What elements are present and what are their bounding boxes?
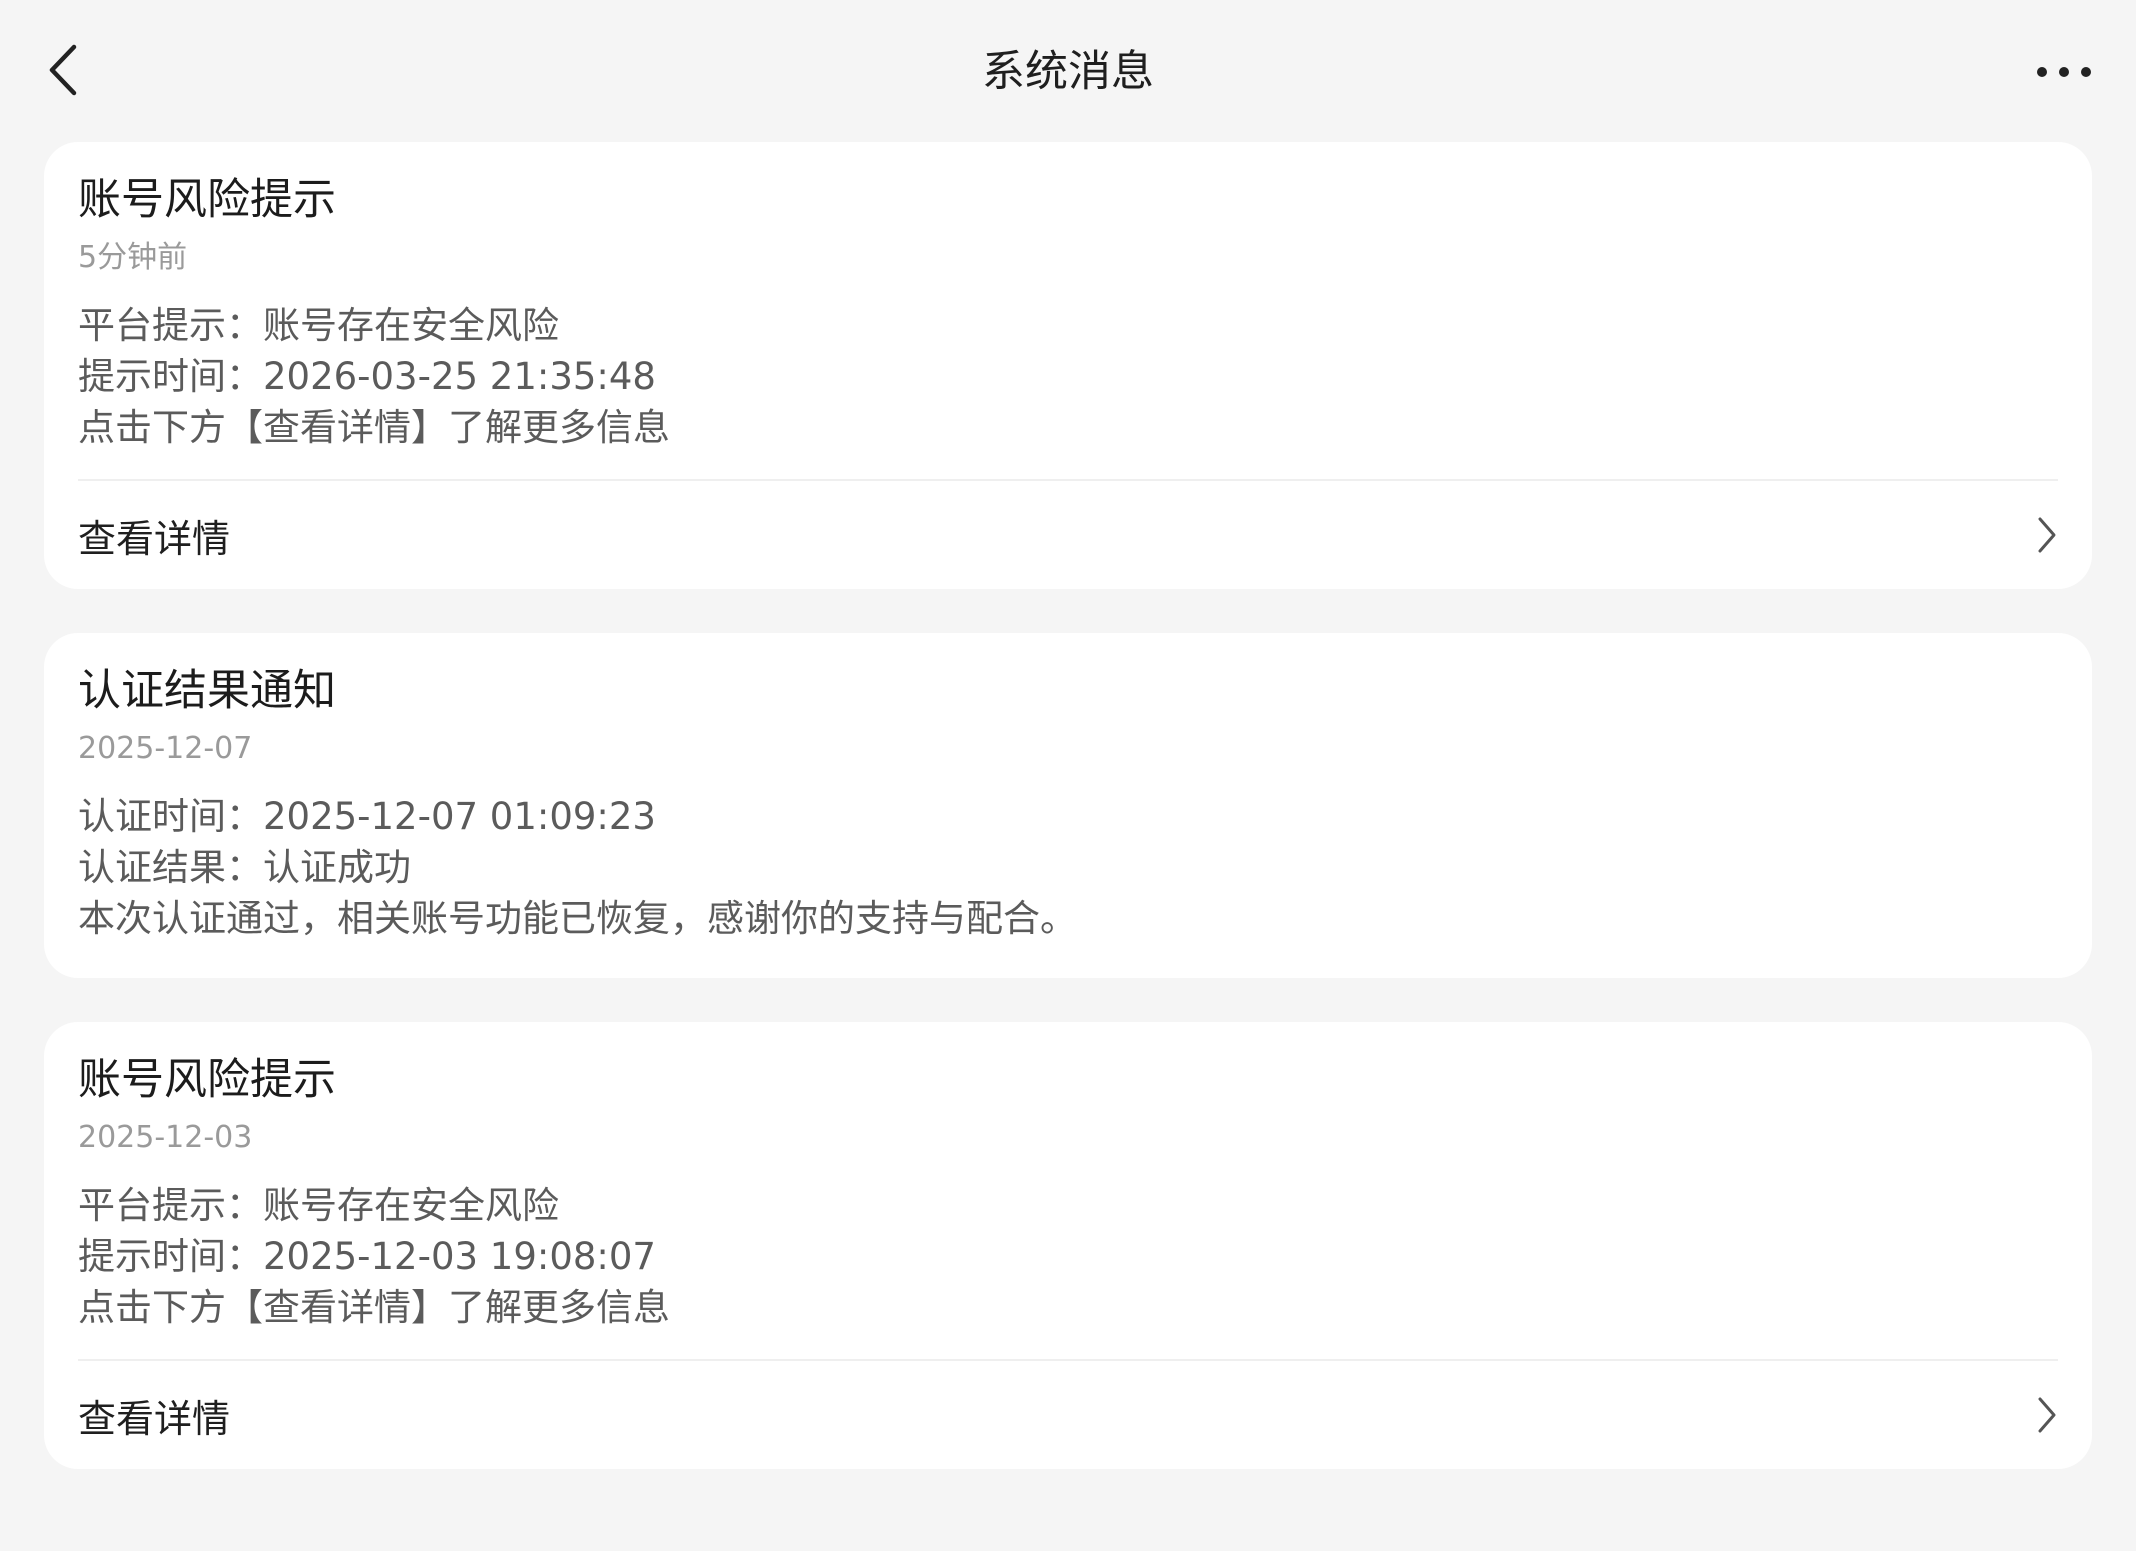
message-line: 平台提示：账号存在安全风险 [78,304,559,347]
message-body: 认证时间：2025-12-07 01:09:23 认证结果：认证成功 本次认证通… [78,791,2058,944]
message-title: 账号风险提示 [78,1055,336,1105]
message-title: 认证结果通知 [78,666,336,716]
message-list: 账号风险提示 5分钟前 平台提示：账号存在安全风险 提示时间：2026-03-2… [44,142,2092,1513]
more-horizontal-icon [2037,67,2091,77]
navigation-bar: 系统消息 [0,0,2136,140]
message-card: 账号风险提示 2025-12-03 平台提示：账号存在安全风险 提示时间：202… [44,1022,2092,1469]
view-details-button[interactable]: 查看详情 [78,481,2058,589]
view-details-label: 查看详情 [78,516,231,561]
chevron-right-icon [2036,515,2058,555]
page-title: 系统消息 [982,47,1154,97]
message-body: 平台提示：账号存在安全风险 提示时间：2025-12-03 19:08:07 点… [78,1180,2058,1333]
message-time: 2025-12-07 [78,731,253,766]
message-line: 点击下方【查看详情】了解更多信息 [78,406,670,449]
message-body: 平台提示：账号存在安全风险 提示时间：2026-03-25 21:35:48 点… [78,300,2058,453]
message-line: 点击下方【查看详情】了解更多信息 [78,1286,670,1329]
more-button[interactable] [2026,44,2102,100]
message-line: 提示时间：2026-03-25 21:35:48 [78,355,656,398]
message-line: 认证结果：认证成功 [78,846,411,889]
view-details-button[interactable]: 查看详情 [78,1361,2058,1469]
message-line: 平台提示：账号存在安全风险 [78,1184,559,1227]
message-time: 5分钟前 [78,240,188,275]
message-time: 2025-12-03 [78,1120,253,1155]
message-line: 提示时间：2025-12-03 19:08:07 [78,1235,656,1278]
view-details-label: 查看详情 [78,1396,231,1441]
message-card: 认证结果通知 2025-12-07 认证时间：2025-12-07 01:09:… [44,633,2092,978]
message-title: 账号风险提示 [78,175,336,225]
message-line: 本次认证通过，相关账号功能已恢复，感谢你的支持与配合。 [78,897,1077,940]
message-card: 账号风险提示 5分钟前 平台提示：账号存在安全风险 提示时间：2026-03-2… [44,142,2092,589]
message-line: 认证时间：2025-12-07 01:09:23 [78,795,656,838]
chevron-right-icon [2036,1395,2058,1435]
